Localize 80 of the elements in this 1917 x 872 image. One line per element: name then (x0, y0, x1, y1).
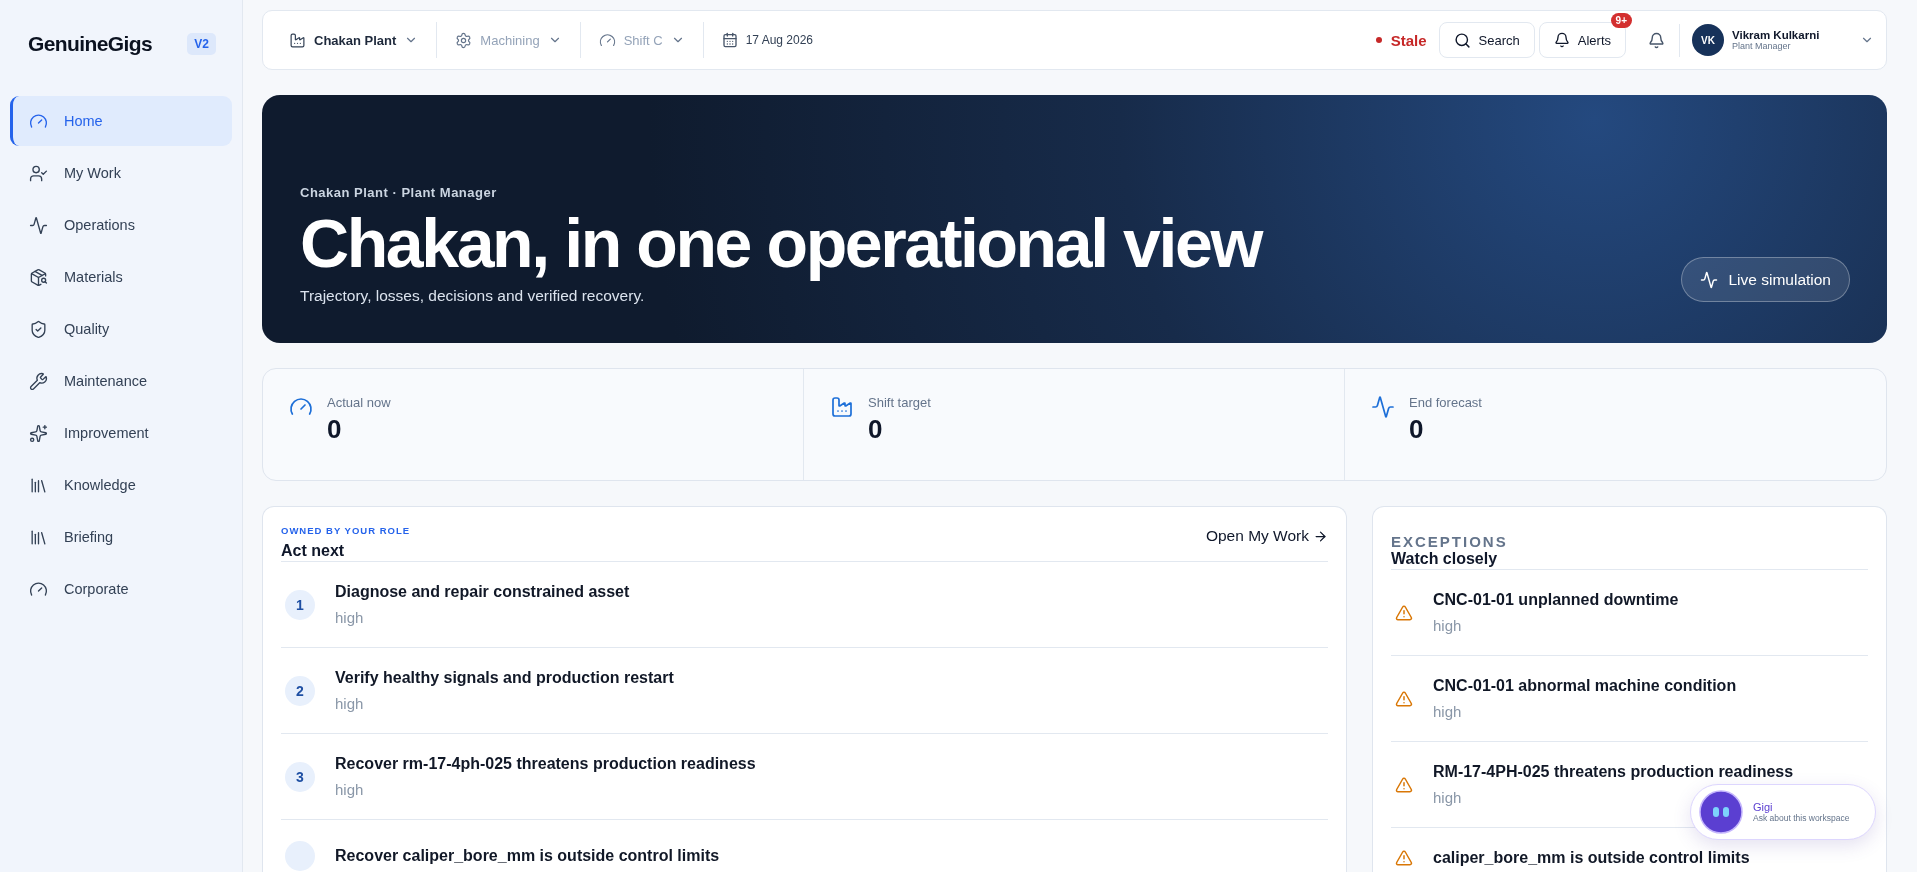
user-name: Vikram Kulkarni (1732, 29, 1821, 41)
pulse-icon (1700, 270, 1719, 289)
priority-label: high (1433, 617, 1463, 634)
sparkles-icon (29, 423, 48, 443)
hero-title: Chakan, in one operational view (300, 206, 1261, 281)
task-title[interactable]: Verify healthy signals and production restart (335, 669, 674, 687)
step-number: 1 (285, 589, 315, 620)
task-title[interactable]: Recover rm-17-4ph-025 threatens production readiness (335, 755, 756, 773)
bell-icon (1648, 31, 1665, 49)
assistant-hint: Ask about this workspace (1753, 813, 1850, 823)
priority-label: high (1433, 789, 1463, 806)
app-logo: GenuineGigs (28, 32, 153, 56)
priority-label: high (335, 609, 365, 626)
sidebar-item[interactable]: Briefing (10, 512, 232, 562)
stat-value: 0 (327, 414, 343, 445)
priority-label: high (335, 695, 365, 712)
step-number: 2 (285, 675, 315, 706)
filter-dropdown[interactable]: Chakan Plant (271, 22, 438, 58)
version-badge: V2 (187, 33, 216, 55)
gear-icon (455, 31, 473, 49)
stat-label: Actual now (327, 395, 391, 410)
sidebar-item[interactable]: Operations (10, 200, 232, 250)
warning-icon (1395, 775, 1413, 794)
sidebar-item[interactable]: Improvement (10, 408, 232, 458)
card-title: Act next (281, 542, 346, 561)
factory-icon (289, 31, 306, 49)
factory-icon (830, 395, 854, 419)
bell-icon (1553, 32, 1570, 48)
robot-avatar-icon (1699, 790, 1743, 834)
pulse-icon (29, 215, 48, 235)
package-search-icon (29, 267, 48, 287)
exception-title[interactable]: caliper_bore_mm is outside control limits (1433, 849, 1750, 867)
pulse-icon (1371, 395, 1395, 419)
sidebar-item[interactable]: Home (10, 96, 232, 146)
user-avatar[interactable]: VK (1692, 24, 1724, 56)
assistant-name: Gigi (1753, 801, 1773, 813)
sidebar-item[interactable]: Corporate (10, 564, 232, 614)
priority-label: high (1433, 703, 1463, 720)
card-title: Watch closely (1391, 550, 1499, 569)
stat-label: End forecast (1409, 395, 1482, 410)
date-picker[interactable]: 17 Aug 2026 (703, 22, 832, 58)
gauge-icon (29, 111, 48, 131)
stat-label: Shift target (868, 395, 931, 410)
task-title[interactable]: Recover caliper_bore_mm is outside control limits (335, 847, 720, 865)
stat-value: 0 (868, 414, 884, 445)
sidebar-item[interactable]: Knowledge (10, 460, 232, 510)
arrow-right-icon (1313, 528, 1328, 544)
gauge-icon (29, 579, 48, 599)
sidebar-item[interactable]: My Work (10, 148, 232, 198)
calendar-icon (721, 32, 738, 48)
exception-title[interactable]: CNC-01-01 abnormal machine condition (1433, 677, 1737, 695)
user-check-icon (29, 163, 48, 183)
card-eyebrow: EXCEPTIONS (1391, 533, 1508, 550)
card-eyebrow: OWNED BY YOUR ROLE (281, 525, 411, 536)
count-badge: 9+ (1610, 13, 1632, 28)
priority-label: high (335, 781, 365, 798)
status-dot (1375, 37, 1382, 43)
warning-icon (1395, 689, 1413, 708)
shield-check-icon (29, 319, 48, 339)
live-simulation-button[interactable]: Live simulation (1681, 257, 1850, 302)
search-icon (1453, 31, 1471, 49)
stat-value: 0 (1409, 414, 1425, 445)
hero-subtitle: Trajectory, losses, decisions and verified recovery. (300, 287, 646, 305)
hero-eyebrow: Chakan Plant · Plant Manager (300, 185, 498, 201)
user-role: Plant Manager (1732, 41, 1792, 51)
open-my-work-link[interactable]: Open My Work (1205, 527, 1328, 545)
status-label: Stale (1390, 31, 1427, 49)
sidebar-item[interactable]: Materials (10, 252, 232, 302)
assistant-chip[interactable]: Gigi Ask about this workspace (1690, 784, 1876, 840)
warning-icon (1395, 849, 1413, 867)
warning-icon (1395, 603, 1413, 622)
task-title[interactable]: Diagnose and repair constrained asset (335, 583, 630, 601)
search-button[interactable]: Search (1438, 22, 1535, 58)
sidebar-item[interactable]: Maintenance (10, 356, 232, 406)
exception-title[interactable]: CNC-01-01 unplanned downtime (1433, 591, 1679, 609)
exception-title[interactable]: RM-17-4PH-025 threatens production readiness (1433, 763, 1794, 781)
step-number: 3 (285, 761, 315, 792)
sidebar-item[interactable]: Quality (10, 304, 232, 354)
wrench-icon (29, 371, 48, 391)
gauge-icon (598, 31, 616, 49)
